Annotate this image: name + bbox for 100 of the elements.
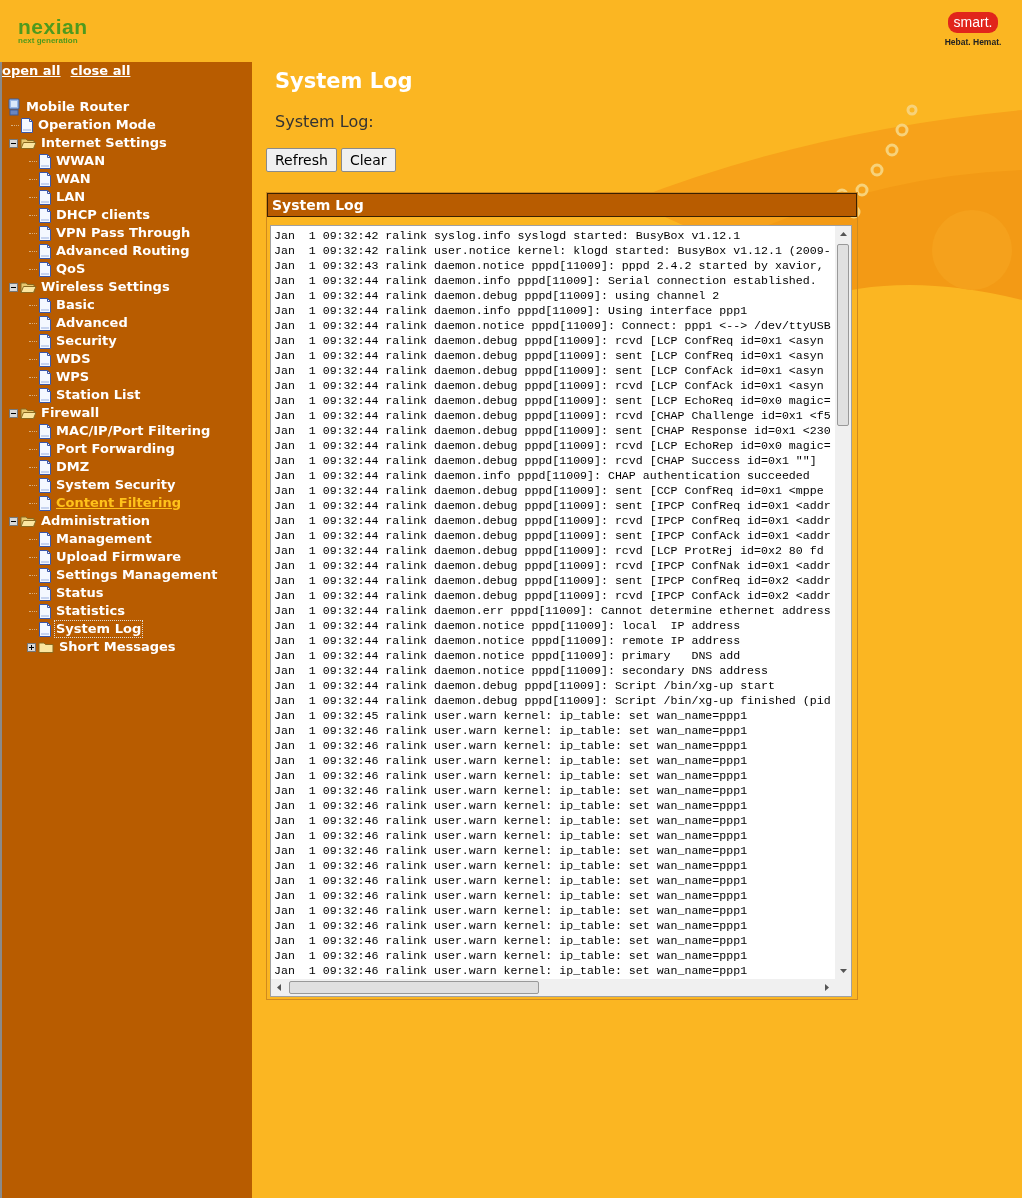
- log-line: Jan 1 09:32:44 ralink daemon.notice pppd[11009]: Connect: ppp1 <--> /dev/ttyUSB: [274, 318, 832, 333]
- tree-item[interactable]: WPS: [55, 369, 91, 385]
- horizontal-scrollbar[interactable]: [271, 979, 851, 996]
- tree-item[interactable]: Statistics: [55, 603, 126, 619]
- collapse-icon[interactable]: [8, 138, 18, 148]
- page-icon: [38, 332, 52, 350]
- tree-item[interactable]: QoS: [55, 261, 87, 277]
- tree-item[interactable]: Internet Settings: [40, 135, 168, 151]
- log-line: Jan 1 09:32:42 ralink user.notice kernel: klogd started: BusyBox v1.12.1 (2009-: [274, 243, 832, 258]
- log-line: Jan 1 09:32:44 ralink daemon.debug pppd[11009]: using channel 2: [274, 288, 721, 303]
- tree-item[interactable]: DMZ: [55, 459, 91, 475]
- scrollbar-thumb[interactable]: [289, 981, 539, 994]
- page-title: System Log: [275, 68, 414, 95]
- tree-item[interactable]: Port Forwarding: [55, 441, 176, 457]
- page-icon: [38, 260, 52, 278]
- tree-item[interactable]: Upload Firmware: [55, 549, 183, 565]
- tree-item[interactable]: MAC/IP/Port Filtering: [55, 423, 212, 439]
- open-folder-icon: [20, 514, 37, 528]
- page-icon: [38, 440, 52, 458]
- tree-item[interactable]: Short Messages: [58, 639, 177, 655]
- log-line: Jan 1 09:32:46 ralink user.warn kernel: ip_table: set wan_name=ppp1: [274, 918, 749, 933]
- log-line: Jan 1 09:32:46 ralink user.warn kernel: ip_table: set wan_name=ppp1: [274, 858, 749, 873]
- log-line: Jan 1 09:32:44 ralink daemon.debug pppd[11009]: rcvd [LCP ProtRej id=0x2 80 fd: [274, 543, 825, 558]
- tree-item[interactable]: Administration: [40, 513, 152, 529]
- page-icon: [38, 458, 52, 476]
- page-icon: [38, 548, 52, 566]
- log-line: Jan 1 09:32:44 ralink daemon.debug pppd[11009]: rcvd [CHAP Challenge id=0x1 <f5: [274, 408, 832, 423]
- log-line: Jan 1 09:32:46 ralink user.warn kernel: ip_table: set wan_name=ppp1: [274, 813, 749, 828]
- open-folder-icon: [20, 280, 37, 294]
- tree-link[interactable]: close all: [70, 63, 131, 98]
- log-line: Jan 1 09:32:46 ralink user.warn kernel: ip_table: set wan_name=ppp1: [274, 783, 749, 798]
- log-line: Jan 1 09:32:44 ralink daemon.notice pppd[11009]: local IP address: [274, 618, 742, 633]
- action-button[interactable]: Clear: [340, 148, 396, 172]
- page-icon: [38, 386, 52, 404]
- tree-item[interactable]: Firewall: [40, 405, 101, 421]
- log-line: Jan 1 09:32:46 ralink user.warn kernel: ip_table: set wan_name=ppp1: [274, 888, 749, 903]
- page-icon: [38, 566, 52, 584]
- folder-icon: [38, 640, 55, 654]
- log-line: Jan 1 09:32:44 ralink daemon.err pppd[11009]: Cannot determine ethernet address: [274, 603, 832, 618]
- vertical-scrollbar[interactable]: [835, 226, 851, 979]
- collapse-icon[interactable]: [8, 408, 18, 418]
- tree-item[interactable]: System Security: [55, 477, 177, 493]
- tree-item[interactable]: Settings Management: [55, 567, 219, 583]
- page-icon: [38, 530, 52, 548]
- tree-item[interactable]: Station List: [55, 387, 142, 403]
- tree-item[interactable]: Status: [55, 585, 105, 601]
- page-icon: [38, 620, 52, 638]
- page-icon: [38, 494, 52, 512]
- log-line: Jan 1 09:32:44 ralink daemon.debug pppd[11009]: sent [CHAP Response id=0x1 <230: [274, 423, 832, 438]
- tree-item[interactable]: Mobile Router: [25, 99, 131, 115]
- log-line: Jan 1 09:32:46 ralink user.warn kernel: ip_table: set wan_name=ppp1: [274, 753, 749, 768]
- collapse-icon[interactable]: [8, 282, 18, 292]
- page-icon: [38, 152, 52, 170]
- tree-item[interactable]: Wireless Settings: [40, 279, 171, 295]
- page-icon: [38, 602, 52, 620]
- tree-item[interactable]: Advanced Routing: [55, 243, 191, 259]
- scroll-down-icon[interactable]: [838, 967, 848, 975]
- computer-icon: [6, 98, 22, 116]
- log-line: Jan 1 09:32:46 ralink user.warn kernel: ip_table: set wan_name=ppp1: [274, 768, 749, 783]
- tree-item[interactable]: Advanced: [55, 315, 129, 331]
- tree-item[interactable]: Basic: [55, 297, 96, 313]
- log-line: Jan 1 09:32:44 ralink daemon.debug pppd[11009]: sent [IPCP ConfReq id=0x1 <addr: [274, 498, 832, 513]
- tree-link[interactable]: open all: [2, 63, 61, 98]
- brand-logo: nexian: [18, 15, 88, 38]
- page-icon: [38, 224, 52, 242]
- log-line: Jan 1 09:32:42 ralink syslog.info syslogd started: BusyBox v1.12.1: [274, 228, 742, 243]
- tree-item[interactable]: WWAN: [55, 153, 107, 169]
- log-line: Jan 1 09:32:46 ralink user.warn kernel: ip_table: set wan_name=ppp1: [274, 738, 749, 753]
- tree-item[interactable]: WDS: [55, 351, 92, 367]
- page-icon: [38, 314, 52, 332]
- scroll-right-icon[interactable]: [823, 983, 831, 992]
- partner-tagline: Hebat. Hemat.: [943, 36, 1003, 49]
- tree-item[interactable]: VPN Pass Through: [55, 225, 192, 241]
- collapse-icon[interactable]: [8, 516, 18, 526]
- log-line: Jan 1 09:32:44 ralink daemon.info pppd[11009]: Using interface ppp1: [274, 303, 749, 318]
- tree-item[interactable]: System Log: [55, 621, 143, 637]
- log-line: Jan 1 09:32:44 ralink daemon.notice pppd[11009]: remote IP address: [274, 633, 742, 648]
- expand-icon[interactable]: [26, 642, 36, 652]
- log-line: Jan 1 09:32:46 ralink user.warn kernel: ip_table: set wan_name=ppp1: [274, 843, 749, 858]
- tree-item[interactable]: WAN: [55, 171, 92, 187]
- log-line: Jan 1 09:32:44 ralink daemon.info pppd[11009]: CHAP authentication succeeded: [274, 468, 811, 483]
- tree-item[interactable]: LAN: [55, 189, 87, 205]
- scrollbar-thumb[interactable]: [837, 244, 849, 426]
- log-line: Jan 1 09:32:44 ralink daemon.debug pppd[11009]: sent [IPCP ConfReq id=0x2 <addr: [274, 573, 832, 588]
- page-icon: [38, 296, 52, 314]
- action-button[interactable]: Refresh: [266, 148, 337, 172]
- tree-item[interactable]: Management: [55, 531, 153, 547]
- tree-item[interactable]: Operation Mode: [37, 117, 157, 133]
- tree-item[interactable]: DHCP clients: [55, 207, 151, 223]
- log-line: Jan 1 09:32:43 ralink daemon.notice pppd[11009]: pppd 2.4.2 started by xavior,: [274, 258, 825, 273]
- page-icon: [38, 170, 52, 188]
- log-line: Jan 1 09:32:44 ralink daemon.debug pppd[11009]: rcvd [IPCP ConfReq id=0x1 <addr: [274, 513, 832, 528]
- open-folder-icon: [20, 406, 37, 420]
- log-line: Jan 1 09:32:44 ralink daemon.debug pppd[11009]: Script /bin/xg-up start: [274, 678, 776, 693]
- log-line: Jan 1 09:32:44 ralink daemon.debug pppd[11009]: sent [CCP ConfReq id=0x1 <mppe: [274, 483, 825, 498]
- scroll-up-icon[interactable]: [838, 230, 848, 238]
- tree-item[interactable]: Security: [55, 333, 118, 349]
- scroll-left-icon[interactable]: [275, 983, 283, 992]
- log-line: Jan 1 09:32:44 ralink daemon.info pppd[11009]: Serial connection established.: [274, 273, 818, 288]
- tree-item[interactable]: Content Filtering: [55, 495, 182, 511]
